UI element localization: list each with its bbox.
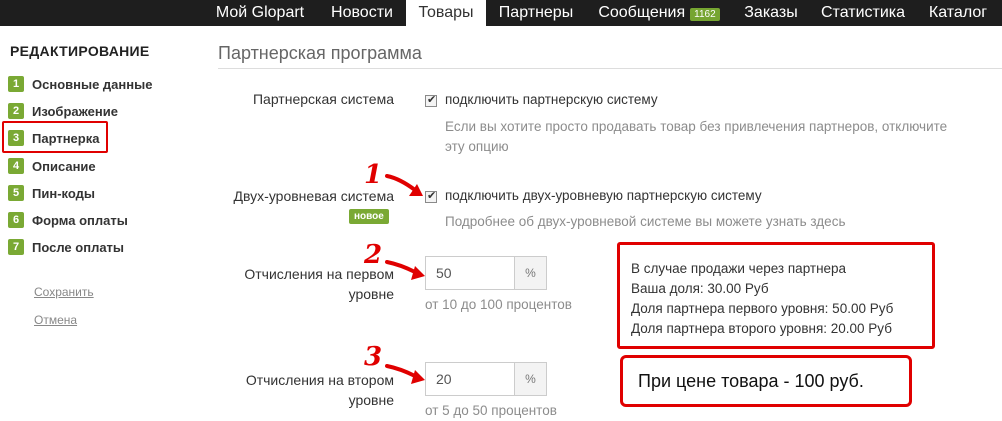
step-number-badge: 1	[8, 76, 24, 92]
sidebar-item-label: Описание	[32, 158, 96, 174]
nav-label: Заказы	[744, 4, 798, 21]
section-divider	[218, 68, 1002, 69]
nav-label: Каталог	[928, 4, 988, 21]
first-level-input[interactable]	[426, 257, 514, 289]
nav-news[interactable]: Новости	[318, 0, 406, 26]
nav-label: Партнеры	[498, 4, 574, 21]
second-level-input[interactable]	[426, 363, 514, 395]
section-title: Партнерская программа	[218, 43, 422, 63]
two-level-checkbox-label[interactable]: подключить двух-уровневую партнерскую си…	[445, 188, 762, 203]
nav-label: Сообщения	[598, 4, 686, 21]
step-number-badge: 5	[8, 185, 24, 201]
step-number-badge: 2	[8, 103, 24, 119]
nav-label: Новости	[331, 4, 393, 21]
two-level-help: Подробнее об двух-уровневой системе вы м…	[445, 214, 846, 229]
sidebar-item-label: Основные данные	[32, 76, 153, 92]
info-line: Ваша доля: 30.00 Руб	[631, 281, 769, 296]
sidebar-item-label: Пин-коды	[32, 185, 95, 201]
sidebar-title: РЕДАКТИРОВАНИЕ	[10, 43, 150, 59]
nav-label: Товары	[418, 4, 474, 21]
step-number-badge: 6	[8, 212, 24, 228]
step-number-badge: 4	[8, 158, 24, 174]
info-line: В случае продажи через партнера	[631, 261, 847, 276]
commission-info-box: В случае продажи через партнера Ваша дол…	[617, 242, 935, 349]
nav-label: Статистика	[820, 4, 906, 21]
partner-system-help-line1: Если вы хотите просто продавать товар бе…	[445, 119, 948, 134]
annotation-number-3: 3	[364, 342, 383, 372]
step-number-badge: 7	[8, 239, 24, 255]
annotation-arrow-2	[385, 260, 425, 280]
partner-system-checkbox-label[interactable]: подключить партнерскую систему	[445, 92, 658, 107]
nav-my-glopart[interactable]: Мой Glopart	[202, 0, 318, 26]
messages-count-badge: 1162	[690, 7, 720, 21]
second-level-label-line2: уровне	[348, 392, 394, 408]
sidebar-item-image[interactable]: 2 Изображение	[8, 100, 118, 122]
first-level-help: от 10 до 100 процентов	[425, 297, 572, 312]
sidebar-item-label: Изображение	[32, 103, 118, 119]
annotation-number-2: 2	[364, 240, 383, 270]
price-note-text: При цене товара - 100 руб.	[638, 370, 864, 391]
save-link[interactable]: Сохранить	[34, 285, 94, 299]
second-level-label-line1: Отчисления на втором	[245, 372, 394, 388]
first-level-label-line2: уровне	[348, 286, 394, 302]
partner-system-checkbox[interactable]	[425, 93, 437, 107]
partner-system-label: Партнерская система	[252, 91, 394, 107]
top-nav-bar: Мой Glopart Новости Товары Партнеры Сооб…	[0, 0, 1002, 26]
nav-label: Мой Glopart	[215, 4, 305, 21]
percent-addon: %	[514, 257, 546, 289]
percent-addon: %	[514, 363, 546, 395]
step-number-badge: 3	[8, 130, 24, 146]
annotation-number-1: 1	[364, 160, 383, 190]
sidebar-item-label: После оплаты	[32, 239, 125, 255]
info-line: Доля партнера второго уровня: 20.00 Руб	[631, 321, 892, 336]
cancel-link[interactable]: Отмена	[34, 313, 77, 327]
partner-system-help-line2: эту опцию	[445, 139, 509, 154]
sidebar-item-partner[interactable]: 3 Партнерка	[8, 127, 99, 149]
sidebar-item-label: Форма оплаты	[32, 212, 128, 228]
sidebar-item-after-payment[interactable]: 7 После оплаты	[8, 236, 124, 258]
nav-messages[interactable]: Сообщения 1162	[586, 0, 732, 26]
price-note-box: При цене товара - 100 руб.	[620, 355, 912, 407]
nav-statistics[interactable]: Статистика	[810, 0, 916, 26]
nav-partners[interactable]: Партнеры	[486, 0, 586, 26]
nav-orders[interactable]: Заказы	[732, 0, 810, 26]
second-level-help: от 5 до 50 процентов	[425, 403, 557, 418]
nav-products[interactable]: Товары	[406, 0, 486, 26]
second-level-percent-field[interactable]: %	[425, 362, 547, 396]
new-badge: новое	[349, 209, 389, 224]
annotation-arrow-1	[385, 174, 423, 196]
nav-catalog[interactable]: Каталог	[916, 0, 1000, 26]
annotation-arrow-3	[385, 364, 425, 384]
sidebar-item-payment-form[interactable]: 6 Форма оплаты	[8, 209, 128, 231]
first-level-percent-field[interactable]: %	[425, 256, 547, 290]
sidebar-item-description[interactable]: 4 Описание	[8, 155, 96, 177]
sidebar-item-main-data[interactable]: 1 Основные данные	[8, 73, 152, 95]
info-line: Доля партнера первого уровня: 50.00 Руб	[631, 301, 894, 316]
sidebar-item-pin-codes[interactable]: 5 Пин-коды	[8, 182, 95, 204]
sidebar-item-label: Партнерка	[32, 130, 100, 146]
two-level-label: Двух-уровневая система	[233, 188, 394, 204]
